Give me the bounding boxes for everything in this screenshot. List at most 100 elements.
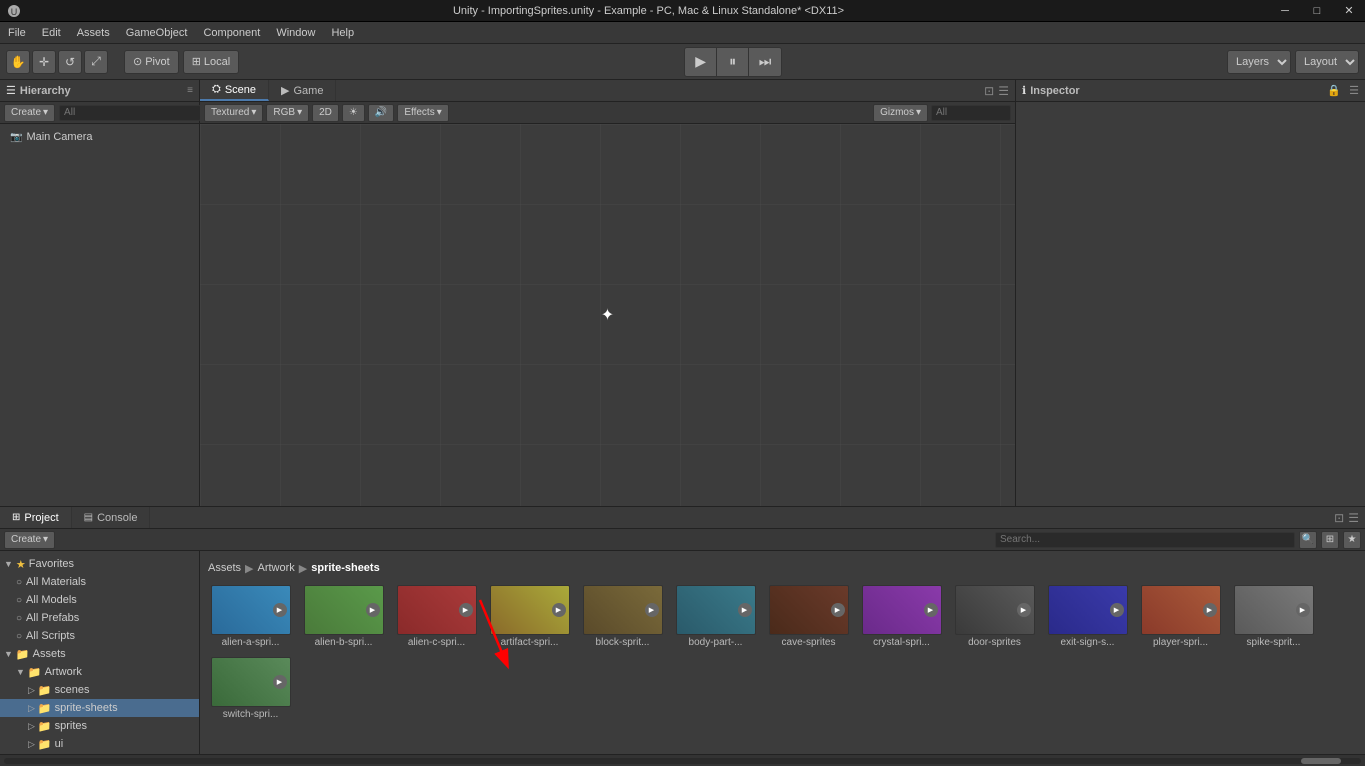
asset-item-alien-b[interactable]: ▶alien-b-spri... (301, 585, 386, 649)
layers-dropdown[interactable]: Layers (1227, 50, 1291, 74)
asset-item-alien-c[interactable]: ▶alien-c-spri... (394, 585, 479, 649)
folder-all-scripts[interactable]: ○ All Scripts (0, 627, 199, 645)
breadcrumb-artwork[interactable]: Artwork (257, 562, 294, 574)
close-button[interactable]: ✕ (1333, 0, 1365, 22)
scale-tool-button[interactable]: ⤢ (84, 50, 108, 74)
asset-play-alien-b[interactable]: ▶ (366, 603, 380, 617)
asset-play-alien-a[interactable]: ▶ (273, 603, 287, 617)
asset-item-artifact[interactable]: ▶artifact-spri... (487, 585, 572, 649)
breadcrumb-assets[interactable]: Assets (208, 562, 241, 574)
bottom-maximize-icon[interactable]: ⊡ (1334, 511, 1344, 525)
menu-file[interactable]: File (0, 22, 34, 44)
folder-favorites[interactable]: ▼ ★ Favorites (0, 555, 199, 573)
folder-all-materials[interactable]: ○ All Materials (0, 573, 199, 591)
asset-play-cave[interactable]: ▶ (831, 603, 845, 617)
hierarchy-create-button[interactable]: Create ▾ (4, 104, 55, 122)
asset-play-spike[interactable]: ▶ (1296, 603, 1310, 617)
inspector-menu-icon[interactable]: ☰ (1349, 84, 1359, 97)
svg-text:U: U (11, 7, 18, 17)
hierarchy-item-main-camera[interactable]: 📷 Main Camera (0, 128, 199, 146)
scene-viewport[interactable]: ✦ (200, 124, 1015, 506)
menu-gameobject[interactable]: GameObject (118, 22, 196, 44)
move-tool-button[interactable]: ✛ (32, 50, 56, 74)
tab-game[interactable]: ▶ Game (269, 80, 336, 101)
step-button[interactable]: ⏭ (749, 48, 781, 76)
textured-button[interactable]: Textured ▾ (204, 104, 263, 122)
asset-play-block[interactable]: ▶ (645, 603, 659, 617)
audio-button[interactable]: 🔊 (368, 104, 394, 122)
tab-scene[interactable]: ⛭ Scene (200, 80, 269, 101)
asset-play-body-part[interactable]: ▶ (738, 603, 752, 617)
create-label: Create (11, 107, 41, 118)
asset-play-exit-sign[interactable]: ▶ (1110, 603, 1124, 617)
folder-all-models[interactable]: ○ All Models (0, 591, 199, 609)
inspector-lock-icon[interactable]: 🔒 (1327, 84, 1341, 97)
asset-item-block[interactable]: ▶block-sprit... (580, 585, 665, 649)
maximize-button[interactable]: □ (1301, 0, 1333, 22)
asset-play-player[interactable]: ▶ (1203, 603, 1217, 617)
layout-dropdown[interactable]: Layout (1295, 50, 1359, 74)
asset-item-switch[interactable]: ▶switch-spri... (208, 657, 293, 721)
pivot-button[interactable]: ⊙ Pivot (124, 50, 179, 74)
folder-all-prefabs[interactable]: ○ All Prefabs (0, 609, 199, 627)
asset-play-crystal[interactable]: ▶ (924, 603, 938, 617)
bottom-menu-icon[interactable]: ☰ (1348, 511, 1359, 525)
minimize-button[interactable]: ─ (1269, 0, 1301, 22)
hierarchy-search-input[interactable] (59, 105, 201, 121)
gizmos-button[interactable]: Gizmos ▾ (873, 104, 928, 122)
folder-sprite-sheets[interactable]: ▷ 📁 sprite-sheets (0, 699, 199, 717)
folder-artwork[interactable]: ▼ 📁 Artwork (0, 663, 199, 681)
tab-console[interactable]: ▤ Console (72, 507, 151, 528)
asset-play-alien-c[interactable]: ▶ (459, 603, 473, 617)
2d-button[interactable]: 2D (312, 104, 339, 122)
scene-center-marker: ✦ (601, 305, 614, 325)
asset-thumb-alien-a: ▶ (211, 585, 291, 635)
asset-item-player[interactable]: ▶ player-spri... (1138, 585, 1223, 649)
asset-item-body-part[interactable]: ▶body-part-... (673, 585, 758, 649)
bottom-scrollbar[interactable] (0, 754, 1365, 766)
rgb-button[interactable]: RGB ▾ (266, 104, 309, 122)
scene-menu-icon[interactable]: ☰ (998, 84, 1009, 98)
asset-label-player: player-spri... (1153, 637, 1208, 649)
tab-project[interactable]: ⊞ Project (0, 507, 72, 528)
asset-item-cave[interactable]: ▶cave-sprites (766, 585, 851, 649)
folder-assets[interactable]: ▼ 📁 Assets (0, 645, 199, 663)
folder-sprites[interactable]: ▷ 📁 sprites (0, 717, 199, 735)
local-button[interactable]: ⊞ Local (183, 50, 240, 74)
project-create-button[interactable]: Create ▾ (4, 531, 55, 549)
folder-scenes[interactable]: ▷ 📁 scenes (0, 681, 199, 699)
menu-edit[interactable]: Edit (34, 22, 69, 44)
star-icon[interactable]: ★ (1343, 531, 1361, 549)
asset-item-spike[interactable]: ▶spike-sprit... (1231, 585, 1316, 649)
search-icon[interactable]: 🔍 (1299, 531, 1317, 549)
menu-help[interactable]: Help (323, 22, 362, 44)
menu-component[interactable]: Component (195, 22, 268, 44)
hierarchy-close-icon[interactable]: ≡ (187, 85, 193, 96)
play-button[interactable]: ▶ (685, 48, 717, 76)
scrollbar-thumb[interactable] (1301, 758, 1341, 764)
script-icon: ○ (16, 631, 22, 642)
menu-window[interactable]: Window (268, 22, 323, 44)
asset-play-artifact[interactable]: ▶ (552, 603, 566, 617)
asset-item-crystal[interactable]: ▶crystal-spri... (859, 585, 944, 649)
effects-button[interactable]: Effects ▾ (397, 104, 448, 122)
rotate-tool-button[interactable]: ↺ (58, 50, 82, 74)
bottom-content: ▼ ★ Favorites ○ All Materials ○ All Mode… (0, 551, 1365, 754)
breadcrumb-sprite-sheets[interactable]: sprite-sheets (311, 562, 379, 574)
asset-item-alien-a[interactable]: ▶alien-a-spri... (208, 585, 293, 649)
scene-search-input[interactable] (931, 105, 1011, 121)
folder-ui[interactable]: ▷ 📁 ui (0, 735, 199, 753)
light-button[interactable]: ☀ (342, 104, 365, 122)
project-search-input[interactable] (995, 532, 1295, 548)
menu-assets[interactable]: Assets (69, 22, 118, 44)
asset-play-switch[interactable]: ▶ (273, 675, 287, 689)
asset-item-door[interactable]: ▶door-sprites (952, 585, 1037, 649)
filter-icon[interactable]: ⊞ (1321, 531, 1339, 549)
hand-tool-button[interactable]: ✋ (6, 50, 30, 74)
asset-item-exit-sign[interactable]: ▶exit-sign-s... (1045, 585, 1130, 649)
titlebar: U Unity - ImportingSprites.unity - Examp… (0, 0, 1365, 22)
assets-folder-icon: 📁 (16, 648, 30, 661)
asset-play-door[interactable]: ▶ (1017, 603, 1031, 617)
scene-maximize-icon[interactable]: ⊡ (984, 84, 994, 98)
pause-button[interactable]: ⏸ (717, 48, 749, 76)
